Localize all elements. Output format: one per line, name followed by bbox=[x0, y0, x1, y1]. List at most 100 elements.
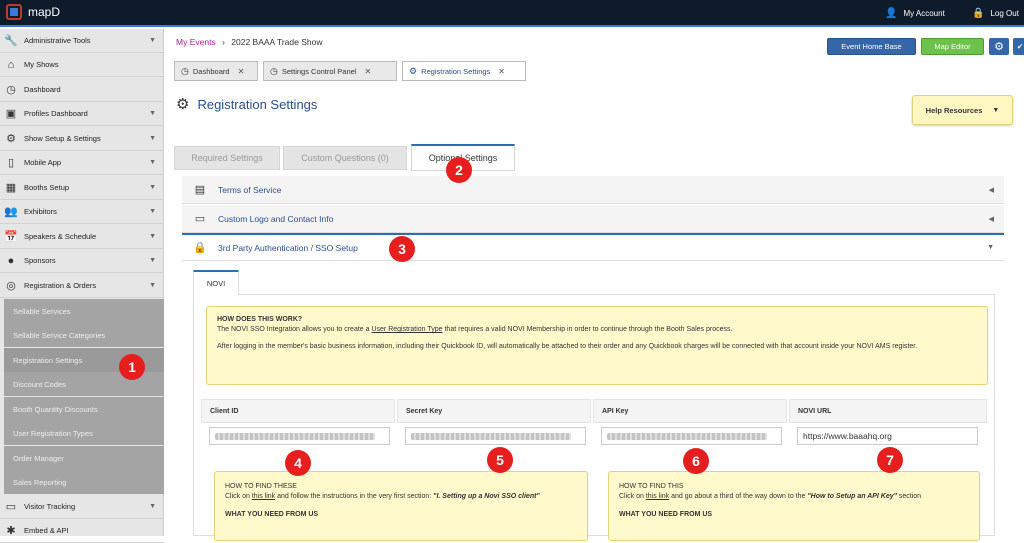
api-key-label: API Key bbox=[593, 399, 787, 423]
breadcrumb-my-events[interactable]: My Events bbox=[176, 37, 216, 47]
sidebar-sub-sales-reporting[interactable]: Sales Reporting bbox=[4, 470, 164, 494]
my-account-link[interactable]: 👤 My Account bbox=[885, 8, 945, 19]
find-text-part: and go about a third of the way down to … bbox=[669, 493, 808, 501]
annotation-badge-1: 1 bbox=[119, 354, 145, 380]
close-icon[interactable]: ✕ bbox=[365, 67, 372, 76]
caret-left-icon: ◀ bbox=[988, 186, 994, 194]
novi-url-input[interactable]: https://www.baaahq.org bbox=[797, 427, 978, 445]
chevron-down-icon: ▼ bbox=[149, 208, 156, 215]
api-key-link[interactable]: this link bbox=[646, 493, 669, 500]
gauge-icon: ◷ bbox=[6, 84, 16, 96]
user-registration-type-link[interactable]: User Registration Type bbox=[371, 326, 442, 333]
breadcrumb-current: 2022 BAAA Trade Show bbox=[231, 37, 323, 47]
client-id-input[interactable] bbox=[209, 427, 390, 445]
sidebar-sub-sellable-services[interactable]: Sellable Services bbox=[4, 299, 164, 323]
sidebar-item-label: Exhibitors bbox=[24, 207, 57, 216]
close-icon[interactable]: ✕ bbox=[238, 67, 245, 76]
breadcrumb-separator: › bbox=[222, 37, 225, 47]
lock-icon: 🔒 bbox=[972, 8, 985, 19]
settings-button[interactable]: ⚙ bbox=[989, 38, 1009, 55]
event-home-base-button[interactable]: Event Home Base bbox=[827, 38, 916, 55]
tab-dashboard[interactable]: ◷ Dashboard ✕ bbox=[174, 61, 258, 81]
annotation-badge-2: 2 bbox=[446, 157, 472, 183]
chevron-down-icon: ▼ bbox=[149, 282, 156, 289]
sidebar-item-dashboard[interactable]: ◷ Dashboard bbox=[0, 78, 164, 102]
logo-icon bbox=[6, 4, 22, 20]
how-it-works-box: HOW DOES THIS WORK? The NOVI SSO Integra… bbox=[206, 306, 988, 385]
sidebar-item-my-shows[interactable]: ⌂ My Shows bbox=[0, 53, 164, 77]
find-text-part: Click on bbox=[225, 493, 252, 501]
home-icon: ⌂ bbox=[7, 58, 15, 71]
gear-icon: ⚙ bbox=[6, 133, 16, 145]
accordion-terms-of-service[interactable]: ▤ Terms of Service ◀ bbox=[182, 176, 1004, 204]
help-resources-button[interactable]: Help Resources ▼ bbox=[912, 95, 1013, 125]
calendar-icon: 📅 bbox=[4, 231, 18, 243]
how-to-find-these-box: HOW TO FIND THESE Click on this link and… bbox=[214, 471, 588, 541]
sidebar-sub-sellable-service-categories[interactable]: Sellable Service Categories bbox=[4, 323, 164, 347]
tab-novi[interactable]: NOVI bbox=[193, 270, 239, 295]
annotation-badge-7: 7 bbox=[877, 447, 903, 473]
my-account-label: My Account bbox=[903, 9, 945, 18]
info-text: that requires a valid NOVI Membership in… bbox=[442, 326, 733, 334]
page-title-text: Registration Settings bbox=[197, 96, 318, 112]
tab-label: Dashboard bbox=[192, 66, 230, 76]
tab-settings-control-panel[interactable]: ◷ Settings Control Panel ✕ bbox=[263, 61, 397, 81]
what-you-need-heading: WHAT YOU NEED FROM US bbox=[619, 511, 713, 519]
caret-down-icon: ▼ bbox=[987, 244, 994, 251]
sidebar-item-administrative-tools[interactable]: 🔧 Administrative Tools ▼ bbox=[0, 29, 164, 53]
sidebar-item-visitor-tracking[interactable]: ▭ Visitor Tracking ▼ bbox=[0, 495, 164, 519]
sidebar-item-show-setup[interactable]: ⚙ Show Setup & Settings ▼ bbox=[0, 127, 164, 151]
chevron-down-icon: ▼ bbox=[149, 257, 156, 264]
secret-key-input[interactable] bbox=[405, 427, 586, 445]
tab-registration-settings[interactable]: ⚙ Registration Settings ✕ bbox=[402, 61, 526, 81]
sidebar-item-label: Speakers & Schedule bbox=[24, 232, 97, 241]
sidebar-item-embed-api[interactable]: ✱ Embed & API bbox=[0, 519, 164, 543]
find-text-part: Click on bbox=[619, 493, 646, 501]
find-text: Click on this link and go about a third … bbox=[619, 492, 969, 502]
page-title: ⚙ Registration Settings bbox=[176, 95, 317, 113]
sidebar-item-profiles-dashboard[interactable]: ▣ Profiles Dashboard ▼ bbox=[0, 102, 164, 126]
gauge-icon: ◷ bbox=[181, 65, 189, 76]
info-text: The NOVI SSO Integration allows you to c… bbox=[217, 326, 372, 334]
find-heading: HOW TO FIND THIS bbox=[619, 483, 684, 490]
sidebar-item-label: Show Setup & Settings bbox=[24, 134, 101, 143]
sidebar-sub-order-manager[interactable]: Order Manager bbox=[4, 446, 164, 470]
info-line-2: After logging in the member's basic busi… bbox=[217, 343, 918, 351]
sidebar-item-speakers-schedule[interactable]: 📅 Speakers & Schedule ▼ bbox=[0, 225, 164, 249]
accordion-custom-logo[interactable]: ▭ Custom Logo and Contact Info ◀ bbox=[182, 205, 1004, 233]
sidebar-sub-user-registration-types[interactable]: User Registration Types bbox=[4, 421, 164, 445]
api-key-input[interactable] bbox=[601, 427, 782, 445]
redacted-value bbox=[607, 432, 768, 440]
sidebar-item-exhibitors[interactable]: 👥 Exhibitors ▼ bbox=[0, 200, 164, 224]
sidebar-item-registration-orders[interactable]: ◎ Registration & Orders ▼ bbox=[0, 274, 164, 298]
annotation-badge-6: 6 bbox=[683, 448, 709, 474]
novi-url-label: NOVI URL bbox=[789, 399, 987, 423]
wrench-icon: 🔧 bbox=[4, 35, 18, 47]
sidebar-item-sponsors[interactable]: ● Sponsors ▼ bbox=[0, 249, 164, 273]
app-logo[interactable]: mapD bbox=[6, 4, 60, 20]
breadcrumb: My Events › 2022 BAAA Trade Show bbox=[176, 37, 322, 47]
find-text: Click on this link and follow the instru… bbox=[225, 492, 577, 502]
accordion-label: Terms of Service bbox=[218, 184, 282, 195]
id-card-icon: ▤ bbox=[194, 184, 206, 196]
logout-link[interactable]: 🔒 Log Out bbox=[972, 8, 1019, 19]
chevron-down-icon: ▼ bbox=[149, 159, 156, 166]
redacted-value bbox=[411, 432, 572, 440]
info-heading: HOW DOES THIS WORK? bbox=[217, 316, 303, 323]
gear-icon: ⚙ bbox=[994, 41, 1004, 53]
accordion-sso-setup[interactable]: 🔒 3rd Party Authentication / SSO Setup ▼ bbox=[182, 233, 1004, 261]
tab-custom-questions[interactable]: Custom Questions (0) bbox=[283, 146, 407, 170]
extra-button[interactable]: ✔ bbox=[1013, 38, 1024, 55]
sidebar-item-label: Sponsors bbox=[24, 256, 56, 265]
annotation-badge-3: 3 bbox=[389, 236, 415, 262]
sidebar-item-label: Mobile App bbox=[24, 158, 62, 167]
map-editor-button[interactable]: Map Editor bbox=[921, 38, 984, 55]
sidebar-sub-booth-quantity-discounts[interactable]: Booth Quantity Discounts bbox=[4, 397, 164, 421]
sidebar-item-label: Booths Setup bbox=[24, 183, 70, 192]
tab-required-settings[interactable]: Required Settings bbox=[174, 146, 280, 170]
sidebar-item-booths-setup[interactable]: ▦ Booths Setup ▼ bbox=[0, 176, 164, 200]
sidebar-item-mobile-app[interactable]: ▯ Mobile App ▼ bbox=[0, 151, 164, 175]
help-resources-label: Help Resources bbox=[925, 105, 983, 115]
novi-sso-link[interactable]: this link bbox=[252, 493, 275, 500]
close-icon[interactable]: ✕ bbox=[498, 67, 505, 76]
